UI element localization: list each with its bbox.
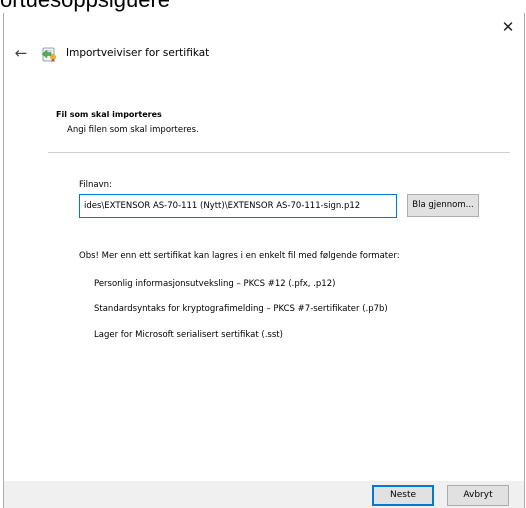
next-button[interactable]: Neste [372, 485, 434, 506]
close-button[interactable]: ✕ [498, 17, 518, 37]
back-arrow-icon[interactable]: ← [12, 44, 30, 62]
wizard-footer: Neste Avbryt [4, 481, 524, 508]
certificate-import-icon [41, 47, 56, 62]
format-item-pkcs12: Personlig informasjonsutveksling – PKCS … [94, 279, 336, 289]
section-subheading: Angi filen som skal importeres. [67, 125, 199, 135]
format-item-pkcs7: Standardsyntaks for kryptografimelding –… [94, 304, 388, 314]
cancel-button[interactable]: Avbryt [447, 485, 509, 506]
browse-button[interactable]: Bla gjennom... [407, 194, 479, 217]
format-item-sst: Lager for Microsoft serialisert sertifik… [94, 330, 283, 340]
section-heading: Fil som skal importeres [56, 110, 162, 119]
background-window-text: ortuesoppsiguere [0, 0, 170, 13]
wizard-title: Importveiviser for sertifikat [66, 47, 210, 59]
certificate-import-wizard: ✕ ← Importveiviser for sertifikat Fil so… [3, 13, 525, 508]
filename-input[interactable]: ides\EXTENSOR AS-70-111 (Nytt)\EXTENSOR … [79, 194, 397, 218]
screenshot-root: ortuesoppsiguere ✕ ← Importveiviser for … [0, 0, 526, 508]
formats-note: Obs! Mer enn ett sertifikat kan lagres i… [79, 251, 400, 261]
filename-value: ides\EXTENSOR AS-70-111 (Nytt)\EXTENSOR … [84, 201, 361, 211]
header-separator [48, 152, 510, 153]
filename-label: Filnavn: [79, 180, 112, 190]
